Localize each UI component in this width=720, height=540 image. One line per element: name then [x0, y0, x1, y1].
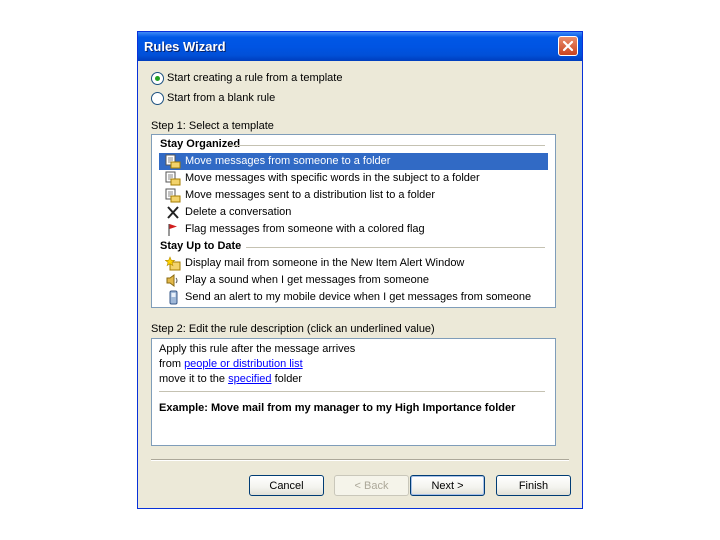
desc-from-text: from [159, 358, 185, 370]
template-radio-label[interactable]: Start creating a rule from a template [167, 72, 342, 84]
group-divider [229, 145, 545, 146]
move-folder-icon [165, 188, 181, 203]
flag-icon [168, 224, 177, 236]
close-icon [562, 40, 574, 52]
template-item-flag-messages[interactable]: Flag messages from someone with a colore… [159, 221, 548, 238]
close-button[interactable] [558, 36, 578, 56]
desc-move-text: move it to the [159, 373, 229, 385]
template-item-move-distribution-list[interactable]: Move messages sent to a distribution lis… [159, 187, 548, 204]
finish-button[interactable]: Finish [496, 475, 571, 496]
group-header-stay-up-to-date: Stay Up to Date [160, 240, 242, 252]
rules-wizard-dialog: Rules Wizard Start creating a rule from … [137, 31, 583, 509]
desc-line-from: from people or distribution list [159, 358, 303, 370]
window-title: Rules Wizard [144, 39, 226, 54]
template-radio[interactable] [151, 72, 164, 85]
step2-label: Step 2: Edit the rule description (click… [151, 323, 435, 335]
step1-label: Step 1: Select a template [151, 120, 274, 132]
template-item-label: Move messages sent to a distribution lis… [185, 189, 436, 201]
example-text: Example: Move mail from my manager to my… [159, 402, 516, 414]
delete-x-icon [167, 206, 179, 219]
group-divider [246, 247, 545, 248]
people-or-distribution-list-link[interactable]: people or distribution list [184, 358, 303, 370]
template-item-mobile-alert[interactable]: Send an alert to my mobile device when I… [159, 289, 548, 306]
desc-line-apply: Apply this rule after the message arrive… [159, 343, 355, 355]
template-item-label: Send an alert to my mobile device when I… [185, 291, 532, 303]
back-button[interactable]: < Back [334, 475, 409, 496]
template-item-play-sound[interactable]: Play a sound when I get messages from so… [159, 272, 548, 289]
template-item-new-item-alert[interactable]: Display mail from someone in the New Ite… [159, 255, 548, 272]
blank-rule-radio-label[interactable]: Start from a blank rule [167, 92, 275, 104]
title-bar[interactable]: Rules Wizard [138, 32, 582, 61]
desc-line-move: move it to the specified folder [159, 373, 302, 385]
template-item-label: Move messages with specific words in the… [185, 172, 480, 184]
blank-rule-radio[interactable] [151, 92, 164, 105]
template-item-label: Play a sound when I get messages from so… [185, 274, 429, 286]
cancel-button[interactable]: Cancel [249, 475, 324, 496]
template-item-label: Flag messages from someone with a colore… [185, 223, 425, 235]
next-button[interactable]: Next > [410, 475, 485, 496]
group-header-stay-organized: Stay Organized [160, 138, 241, 150]
alert-star-icon [165, 256, 181, 271]
desc-divider [159, 391, 545, 392]
specified-folder-link[interactable]: specified [228, 373, 271, 385]
mobile-device-icon [169, 290, 178, 305]
template-item-delete-conversation[interactable]: Delete a conversation [159, 204, 548, 221]
template-item-label: Display mail from someone in the New Ite… [185, 257, 465, 269]
move-folder-icon [165, 154, 181, 169]
template-list[interactable]: Stay Organized Move messages from someon… [151, 134, 556, 308]
rule-description-box: Apply this rule after the message arrive… [151, 338, 556, 446]
button-separator [151, 459, 569, 461]
template-item-move-with-words[interactable]: Move messages with specific words in the… [159, 170, 548, 187]
template-item-move-from-someone[interactable]: Move messages from someone to a folder [159, 153, 548, 170]
desc-folder-text: folder [271, 373, 303, 385]
template-item-label: Delete a conversation [185, 206, 292, 218]
move-folder-icon [165, 171, 181, 186]
speaker-icon [166, 274, 178, 287]
template-item-label: Move messages from someone to a folder [185, 155, 391, 167]
desc-apply-text: Apply this rule after the message arrive… [159, 343, 356, 355]
